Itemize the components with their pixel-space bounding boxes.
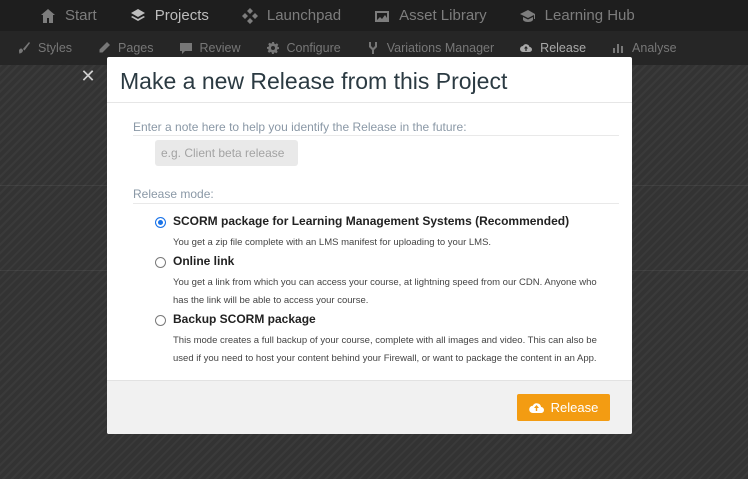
page-footer — [0, 458, 748, 465]
release-button-label: Release — [550, 400, 599, 415]
subnav-item-label: Styles — [38, 41, 73, 55]
release-button[interactable]: Release — [517, 394, 610, 421]
cloud-upload-icon — [528, 403, 544, 414]
nav-item-label: Learning Hub — [544, 7, 635, 24]
images-icon — [375, 10, 390, 22]
subnav-item-review[interactable]: Review — [179, 41, 241, 55]
subnav-item-variations-manager[interactable]: Variations Manager — [367, 41, 494, 55]
note-divider — [133, 135, 619, 136]
subnav-item-analyse[interactable]: Analyse — [612, 41, 677, 55]
subnav-item-configure[interactable]: Configure — [266, 41, 341, 55]
nav-item-label: Launchpad — [266, 7, 342, 24]
release-mode-divider — [133, 203, 619, 204]
nav-item-launchpad[interactable]: Launchpad — [241, 7, 342, 24]
subnav-item-label: Analyse — [632, 41, 677, 55]
scorm-package-radio[interactable] — [155, 217, 166, 228]
modal-title: Make a new Release from this Project — [120, 68, 508, 94]
option-description: This mode creates a full backup of your … — [173, 335, 597, 364]
modal-header: Make a new Release from this Project — [107, 57, 632, 103]
option-description: You get a link from which you can access… — [173, 277, 597, 306]
comment-icon — [179, 43, 192, 54]
subnav-item-label: Pages — [118, 41, 154, 55]
graduation-cap-icon — [519, 9, 535, 22]
option-title: SCORM package for Learning Management Sy… — [173, 214, 570, 228]
subnav-item-label: Release — [540, 41, 587, 55]
nav-item-projects[interactable]: Projects — [130, 7, 209, 24]
nav-item-label: Projects — [154, 7, 209, 24]
close-modal-button[interactable]: ✕ — [80, 66, 96, 86]
subnav-item-release[interactable]: Release — [520, 41, 586, 55]
option-title: Backup SCORM package — [173, 312, 316, 326]
release-note-input[interactable] — [155, 140, 298, 166]
nav-item-learning-hub[interactable]: Learning Hub — [519, 7, 635, 24]
subnav-item-label: Review — [199, 41, 241, 55]
home-icon — [41, 8, 55, 23]
branch-icon — [368, 42, 377, 54]
nav-item-label: Asset Library — [399, 7, 487, 24]
diamond-grid-icon — [241, 7, 258, 24]
release-modal: Make a new Release from this Project Ent… — [107, 57, 632, 434]
backup-scorm-radio[interactable] — [155, 315, 166, 326]
nav-item-start[interactable]: Start — [40, 7, 97, 24]
subnav-item-pages[interactable]: Pages — [98, 41, 154, 55]
cloud-upload-icon — [520, 44, 533, 52]
subnav-item-label: Configure — [286, 41, 341, 55]
gear-icon — [266, 42, 279, 54]
bar-chart-icon — [613, 44, 624, 53]
subnav-item-label: Variations Manager — [386, 41, 495, 55]
option-title: Online link — [173, 254, 235, 268]
nav-item-label: Start — [65, 7, 97, 24]
online-link-radio[interactable] — [155, 257, 166, 268]
top-navigation: Start Projects Launchpad Asset Library L… — [0, 0, 748, 31]
subnav-item-styles[interactable]: Styles — [18, 41, 72, 55]
pencil-icon — [99, 42, 111, 53]
release-mode-label: Release mode: — [133, 187, 214, 201]
note-label: Enter a note here to help you identify t… — [133, 120, 467, 134]
layers-icon — [130, 8, 145, 21]
modal-footer: Release — [107, 380, 632, 434]
nav-item-asset-library[interactable]: Asset Library — [374, 7, 487, 24]
brush-icon — [19, 42, 30, 54]
option-description: You get a zip file complete with an LMS … — [173, 237, 492, 248]
